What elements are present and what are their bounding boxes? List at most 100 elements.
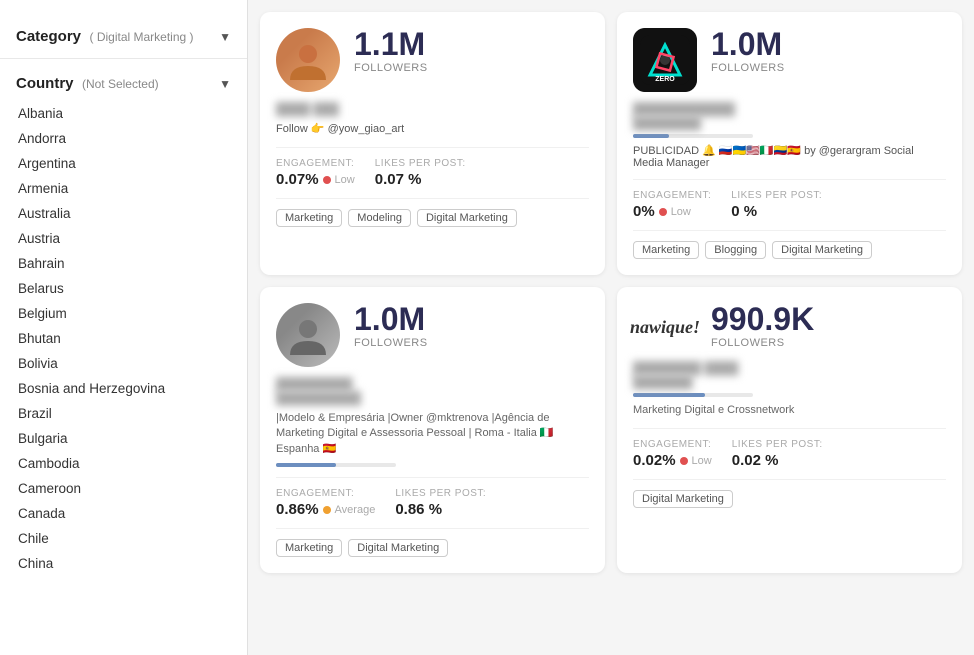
card4-logo-text: nawique! (630, 317, 700, 338)
influencer-card-1: 1.1M FOLLOWERS ████ ███ Follow 👉 @yow_gi… (260, 12, 605, 275)
category-value: ( Digital Marketing ) (89, 30, 193, 44)
country-item-bolivia[interactable]: Bolivia (16, 351, 231, 376)
card4-followers-label: FOLLOWERS (711, 337, 946, 349)
card2-stats: ENGAGEMENT: 0% Low LIKES PER POST: 0 % (633, 179, 946, 220)
tag-marketing-2: Marketing (633, 241, 699, 259)
card3-avatar-image (276, 303, 340, 367)
country-item-australia[interactable]: Australia (16, 201, 231, 226)
card1-header: 1.1M FOLLOWERS (276, 28, 589, 92)
card2-followers-label: FOLLOWERS (711, 62, 946, 74)
card1-likes: LIKES PER POST: 0.07 % (375, 158, 466, 188)
card3-name: █████████ (276, 377, 589, 391)
country-filter-title: Country (Not Selected) (16, 75, 159, 93)
card4-tags: Digital Marketing (633, 479, 946, 508)
country-item-cameroon[interactable]: Cameroon (16, 476, 231, 501)
country-item-bahrain[interactable]: Bahrain (16, 251, 231, 276)
country-item-andorra[interactable]: Andorra (16, 126, 231, 151)
card3-avatar (276, 303, 340, 367)
country-item-albania[interactable]: Albania (16, 101, 231, 126)
card2-header: ZERO 1.0M FOLLOWERS (633, 28, 946, 92)
card4-handle: ███████ (633, 375, 946, 389)
tag-blogging-2: Blogging (705, 241, 766, 259)
category-filter-header[interactable]: Category ( Digital Marketing ) ▼ (16, 24, 231, 50)
card4-followers: 990.9K (711, 303, 946, 335)
category-filter-title: Category ( Digital Marketing ) (16, 28, 194, 46)
country-filter: Country (Not Selected) ▼ AlbaniaAndorraA… (0, 63, 247, 584)
card4-likes-number: 0.02 % (732, 452, 779, 469)
card4-engagement-label: ENGAGEMENT: (633, 439, 712, 450)
tag-digital-2: Digital Marketing (772, 241, 872, 259)
card4-engagement-value: 0.02% Low (633, 452, 712, 469)
sidebar: Category ( Digital Marketing ) ▼ Country… (0, 0, 248, 655)
card3-followers: 1.0M (354, 303, 589, 335)
card4-avatar: nawique! (633, 303, 697, 351)
card2-handle: ████████ (633, 116, 946, 130)
card2-followers: 1.0M (711, 28, 946, 60)
card3-progress-fill (276, 463, 336, 467)
card4-name: ████████ ████ (633, 361, 946, 375)
country-value: (Not Selected) (82, 77, 159, 91)
country-item-canada[interactable]: Canada (16, 501, 231, 526)
tag-marketing-1: Marketing (276, 209, 342, 227)
card4-bio: Marketing Digital e Crossnetwork (633, 403, 946, 418)
card2-logo: ZERO (633, 28, 697, 92)
card1-tags: Marketing Modeling Digital Marketing (276, 198, 589, 227)
card4-info: 990.9K FOLLOWERS (711, 303, 946, 349)
category-chevron-icon: ▼ (219, 30, 231, 44)
country-filter-header[interactable]: Country (Not Selected) ▼ (16, 71, 231, 97)
card4-progress-fill (633, 393, 705, 397)
country-item-brazil[interactable]: Brazil (16, 401, 231, 426)
country-item-chile[interactable]: Chile (16, 526, 231, 551)
country-item-armenia[interactable]: Armenia (16, 176, 231, 201)
country-item-belgium[interactable]: Belgium (16, 301, 231, 326)
country-chevron-icon: ▼ (219, 77, 231, 91)
card2-bio: PUBLICIDAD 🔔 🇷🇺🇺🇦🇺🇸🇮🇹🇨🇴🇪🇸 by @gerargram … (633, 144, 946, 169)
card2-engagement-label: ENGAGEMENT: (633, 190, 711, 201)
card2-engagement-level: Low (671, 206, 691, 218)
country-list: AlbaniaAndorraArgentinaArmeniaAustraliaA… (16, 101, 231, 576)
card2-likes-number: 0 % (731, 203, 757, 220)
country-item-china[interactable]: China (16, 551, 231, 576)
card3-engagement: ENGAGEMENT: 0.86% Average (276, 488, 375, 518)
card1-engagement-level: Low (335, 174, 355, 186)
card1-name: ████ ███ (276, 102, 589, 116)
card3-followers-label: FOLLOWERS (354, 337, 589, 349)
card1-info: 1.1M FOLLOWERS (354, 28, 589, 74)
card3-likes-value: 0.86 % (395, 501, 486, 518)
category-filter[interactable]: Category ( Digital Marketing ) ▼ (0, 16, 247, 59)
country-item-austria[interactable]: Austria (16, 226, 231, 251)
card3-likes-number: 0.86 % (395, 501, 442, 518)
card2-likes: LIKES PER POST: 0 % (731, 190, 822, 220)
card4-likes-value: 0.02 % (732, 452, 823, 469)
card4-progress-bar (633, 393, 753, 397)
card2-engagement-value: 0% Low (633, 203, 711, 220)
card3-info: 1.0M FOLLOWERS (354, 303, 589, 349)
influencer-card-4: nawique! 990.9K FOLLOWERS ████████ ████ … (617, 287, 962, 573)
card1-avatar (276, 28, 340, 92)
card3-tags: Marketing Digital Marketing (276, 528, 589, 557)
category-label: Category (16, 28, 81, 45)
country-item-bosnia-and-herzegovina[interactable]: Bosnia and Herzegovina (16, 376, 231, 401)
country-label: Country (16, 75, 74, 92)
card3-engagement-number: 0.86% (276, 501, 319, 518)
card4-stats: ENGAGEMENT: 0.02% Low LIKES PER POST: 0.… (633, 428, 946, 469)
country-item-cambodia[interactable]: Cambodia (16, 451, 231, 476)
tag-digital-1: Digital Marketing (417, 209, 517, 227)
card4-likes: LIKES PER POST: 0.02 % (732, 439, 823, 469)
card3-likes-label: LIKES PER POST: (395, 488, 486, 499)
card1-stats: ENGAGEMENT: 0.07% Low LIKES PER POST: 0.… (276, 147, 589, 188)
country-item-argentina[interactable]: Argentina (16, 151, 231, 176)
tag-digital-3: Digital Marketing (348, 539, 448, 557)
card1-follow-text: Follow 👉 @yow_giao_art (276, 122, 589, 137)
country-item-bulgaria[interactable]: Bulgaria (16, 426, 231, 451)
country-item-belarus[interactable]: Belarus (16, 276, 231, 301)
card3-engagement-level: Average (335, 504, 376, 516)
card1-engagement-dot (323, 176, 331, 184)
card3-engagement-value: 0.86% Average (276, 501, 375, 518)
country-item-bhutan[interactable]: Bhutan (16, 326, 231, 351)
card1-engagement-number: 0.07% (276, 171, 319, 188)
influencer-card-2: ZERO 1.0M FOLLOWERS ████████████ ███████… (617, 12, 962, 275)
card2-name: ████████████ (633, 102, 946, 116)
card4-engagement-number: 0.02% (633, 452, 676, 469)
card3-bio: |Modelo & Empresária |Owner @mktrenova |… (276, 411, 589, 457)
